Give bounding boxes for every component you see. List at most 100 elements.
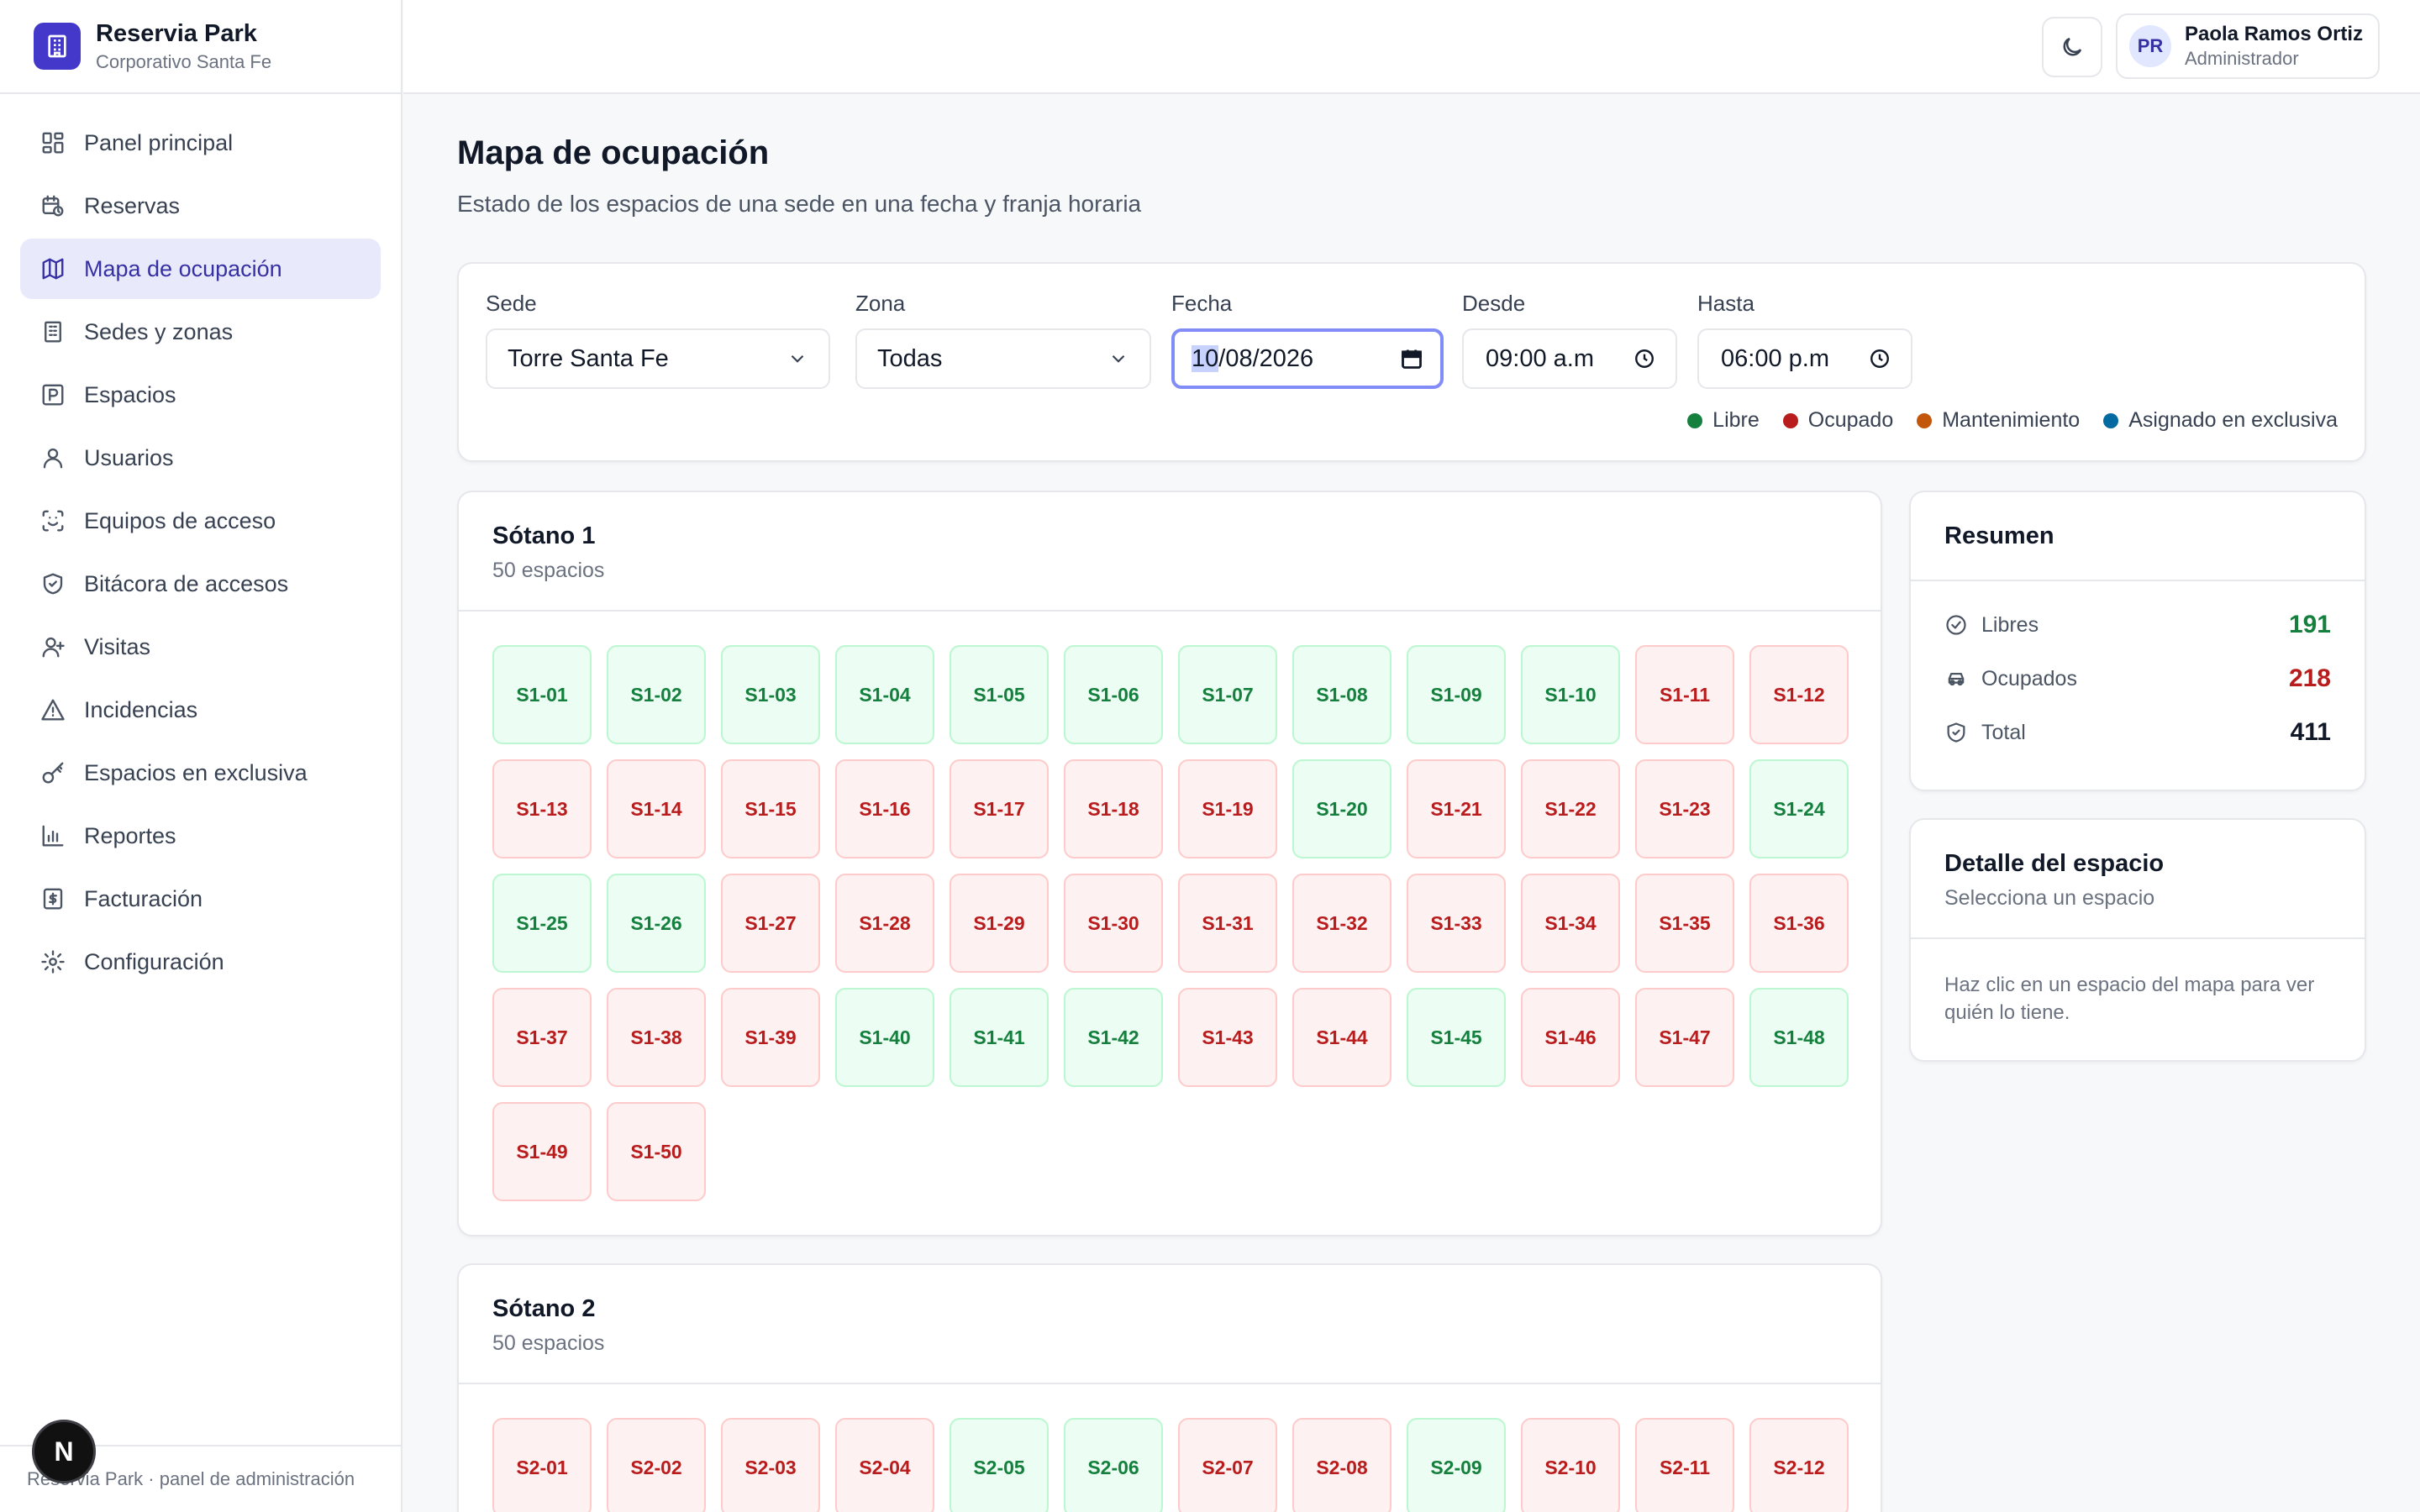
sidebar-item-mapa-de-ocupación[interactable]: Mapa de ocupación — [20, 239, 381, 299]
sidebar-item-espacios[interactable]: Espacios — [20, 365, 381, 425]
parking-space-ocupado[interactable]: S1-49 — [492, 1102, 592, 1201]
sidebar-item-panel-principal[interactable]: Panel principal — [20, 113, 381, 173]
parking-space-ocupado[interactable]: S1-34 — [1521, 874, 1620, 973]
calendar-icon[interactable] — [1400, 347, 1423, 370]
summary-card: Resumen Libres 191 Ocupados 218 Total 411 — [1909, 491, 2366, 791]
clock-icon[interactable] — [1869, 348, 1891, 370]
parking-space-libre[interactable]: S1-20 — [1292, 759, 1392, 858]
parking-space-ocupado[interactable]: S1-21 — [1407, 759, 1506, 858]
parking-space-ocupado[interactable]: S1-27 — [721, 874, 820, 973]
parking-space-ocupado[interactable]: S1-23 — [1635, 759, 1734, 858]
parking-space-ocupado[interactable]: S2-03 — [721, 1418, 820, 1512]
zona-select[interactable]: Todas — [855, 328, 1151, 389]
sidebar-item-label: Bitácora de accesos — [84, 570, 289, 596]
parking-space-libre[interactable]: S1-26 — [607, 874, 706, 973]
parking-space-ocupado[interactable]: S2-11 — [1635, 1418, 1734, 1512]
page-title: Mapa de ocupación — [457, 134, 770, 171]
sidebar-item-reportes[interactable]: Reportes — [20, 806, 381, 866]
fecha-input[interactable]: 10/08/2026 — [1171, 328, 1444, 389]
parking-space-ocupado[interactable]: S2-04 — [835, 1418, 934, 1512]
parking-space-libre[interactable]: S1-41 — [950, 988, 1049, 1087]
parking-space-ocupado[interactable]: S1-50 — [607, 1102, 706, 1201]
parking-space-ocupado[interactable]: S1-32 — [1292, 874, 1392, 973]
parking-space-ocupado[interactable]: S2-01 — [492, 1418, 592, 1512]
parking-space-ocupado[interactable]: S2-07 — [1178, 1418, 1277, 1512]
parking-space-ocupado[interactable]: S1-47 — [1635, 988, 1734, 1087]
sidebar-item-equipos-de-acceso[interactable]: Equipos de acceso — [20, 491, 381, 551]
parking-space-libre[interactable]: S1-25 — [492, 874, 592, 973]
dev-badge[interactable]: N — [32, 1420, 96, 1483]
hasta-input[interactable]: 06:00 p.m — [1697, 328, 1912, 389]
brand[interactable]: Reservia Park Corporativo Santa Fe — [0, 0, 401, 94]
sidebar-item-configuración[interactable]: Configuración — [20, 932, 381, 992]
parking-space-ocupado[interactable]: S1-11 — [1635, 645, 1734, 744]
parking-space-libre[interactable]: S1-42 — [1064, 988, 1163, 1087]
parking-space-ocupado[interactable]: S1-28 — [835, 874, 934, 973]
parking-space-libre[interactable]: S1-05 — [950, 645, 1049, 744]
parking-space-ocupado[interactable]: S1-39 — [721, 988, 820, 1087]
parking-space-ocupado[interactable]: S1-18 — [1064, 759, 1163, 858]
parking-space-libre[interactable]: S1-07 — [1178, 645, 1277, 744]
parking-space-libre[interactable]: S1-45 — [1407, 988, 1506, 1087]
parking-space-ocupado[interactable]: S1-31 — [1178, 874, 1277, 973]
parking-space-libre[interactable]: S1-06 — [1064, 645, 1163, 744]
parking-space-libre[interactable]: S1-02 — [607, 645, 706, 744]
sidebar-item-usuarios[interactable]: Usuarios — [20, 428, 381, 488]
parking-space-ocupado[interactable]: S1-15 — [721, 759, 820, 858]
parking-space-ocupado[interactable]: S1-16 — [835, 759, 934, 858]
parking-space-libre[interactable]: S1-40 — [835, 988, 934, 1087]
parking-space-libre[interactable]: S1-24 — [1749, 759, 1849, 858]
parking-space-ocupado[interactable]: S2-02 — [607, 1418, 706, 1512]
parking-space-libre[interactable]: S1-04 — [835, 645, 934, 744]
parking-space-ocupado[interactable]: S1-19 — [1178, 759, 1277, 858]
parking-space-ocupado[interactable]: S1-12 — [1749, 645, 1849, 744]
sidebar-item-bitácora-de-accesos[interactable]: Bitácora de accesos — [20, 554, 381, 614]
parking-space-libre[interactable]: S1-03 — [721, 645, 820, 744]
legend-label: Mantenimiento — [1942, 408, 2081, 432]
parking-space-libre[interactable]: S1-48 — [1749, 988, 1849, 1087]
parking-space-libre[interactable]: S1-09 — [1407, 645, 1506, 744]
sidebar-item-incidencias[interactable]: Incidencias — [20, 680, 381, 740]
legend-label: Libre — [1712, 408, 1760, 432]
parking-space-ocupado[interactable]: S2-12 — [1749, 1418, 1849, 1512]
dashboard-icon — [42, 132, 64, 154]
parking-space-ocupado[interactable]: S1-46 — [1521, 988, 1620, 1087]
theme-toggle-button[interactable] — [2042, 17, 2102, 77]
parking-space-ocupado[interactable]: S1-43 — [1178, 988, 1277, 1087]
parking-space-libre[interactable]: S1-01 — [492, 645, 592, 744]
parking-space-ocupado[interactable]: S2-10 — [1521, 1418, 1620, 1512]
sidebar-item-reservas[interactable]: Reservas — [20, 176, 381, 236]
fecha-day-selected: 10 — [1192, 344, 1219, 372]
parking-space-ocupado[interactable]: S1-22 — [1521, 759, 1620, 858]
parking-space-ocupado[interactable]: S2-08 — [1292, 1418, 1392, 1512]
parking-space-ocupado[interactable]: S1-36 — [1749, 874, 1849, 973]
sidebar-item-sedes-y-zonas[interactable]: Sedes y zonas — [20, 302, 381, 362]
parking-space-ocupado[interactable]: S1-33 — [1407, 874, 1506, 973]
parking-space-libre[interactable]: S2-09 — [1407, 1418, 1506, 1512]
parking-space-libre[interactable]: S2-05 — [950, 1418, 1049, 1512]
sidebar-item-visitas[interactable]: Visitas — [20, 617, 381, 677]
parking-space-ocupado[interactable]: S1-35 — [1635, 874, 1734, 973]
status-dot — [1782, 412, 1798, 428]
parking-space-ocupado[interactable]: S1-38 — [607, 988, 706, 1087]
sidebar-item-espacios-en-exclusiva[interactable]: Espacios en exclusiva — [20, 743, 381, 803]
parking-space-ocupado[interactable]: S1-13 — [492, 759, 592, 858]
parking-space-ocupado[interactable]: S1-30 — [1064, 874, 1163, 973]
parking-space-ocupado[interactable]: S1-29 — [950, 874, 1049, 973]
parking-space-libre[interactable]: S1-10 — [1521, 645, 1620, 744]
parking-space-ocupado[interactable]: S1-14 — [607, 759, 706, 858]
sidebar-item-facturación[interactable]: Facturación — [20, 869, 381, 929]
sede-select[interactable]: Torre Santa Fe — [486, 328, 830, 389]
summary-label-group: Ocupados — [1944, 667, 2077, 691]
parking-space-libre[interactable]: S2-06 — [1064, 1418, 1163, 1512]
fecha-label: Fecha — [1171, 291, 1233, 316]
parking-space-ocupado[interactable]: S1-44 — [1292, 988, 1392, 1087]
parking-space-ocupado[interactable]: S1-17 — [950, 759, 1049, 858]
status-dot — [2103, 412, 2119, 428]
parking-space-ocupado[interactable]: S1-37 — [492, 988, 592, 1087]
zone-header: Sótano 1 50 espacios — [459, 492, 1881, 612]
desde-input[interactable]: 09:00 a.m — [1462, 328, 1677, 389]
clock-icon[interactable] — [1634, 348, 1655, 370]
user-menu[interactable]: PR Paola Ramos Ortiz Administrador — [2116, 13, 2380, 79]
parking-space-libre[interactable]: S1-08 — [1292, 645, 1392, 744]
